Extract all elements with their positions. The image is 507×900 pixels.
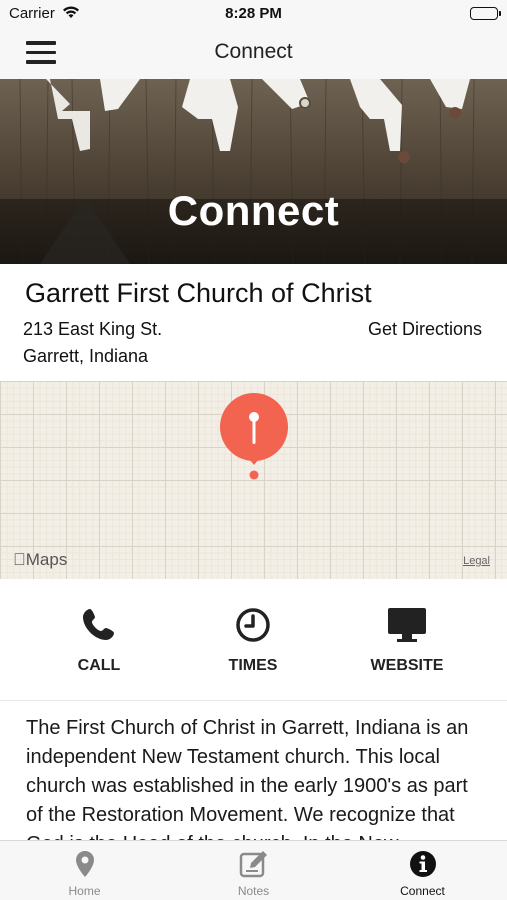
apple-maps-logo: Maps bbox=[13, 550, 67, 570]
call-button[interactable]: CALL bbox=[39, 579, 159, 699]
map-view[interactable]: Maps Legal bbox=[0, 381, 507, 579]
maps-logo-text: Maps bbox=[13, 550, 68, 569]
monitor-icon bbox=[347, 607, 467, 643]
nav-title: Connect bbox=[214, 40, 293, 63]
navigation-bar: Connect bbox=[0, 28, 507, 79]
hero-banner: Connect bbox=[0, 79, 507, 264]
website-button[interactable]: WEBSITE bbox=[347, 579, 467, 699]
clock-time: 8:28 PM bbox=[225, 5, 282, 22]
call-label: CALL bbox=[77, 657, 121, 674]
clock-icon bbox=[193, 607, 313, 643]
info-icon bbox=[338, 850, 507, 878]
paper-chain-figures-image bbox=[0, 79, 507, 264]
map-pin-icon[interactable] bbox=[218, 393, 290, 486]
tab-home[interactable]: Home bbox=[0, 841, 169, 900]
church-name: Garrett First Church of Christ bbox=[25, 278, 372, 308]
about-text: The First Church of Christ in Garrett, I… bbox=[26, 717, 469, 840]
tab-home-label: Home bbox=[68, 884, 101, 898]
tab-connect-label: Connect bbox=[400, 884, 445, 898]
phone-icon bbox=[39, 607, 159, 643]
hero-title: Connect bbox=[167, 187, 340, 234]
church-info-section: Garrett First Church of Christ 213 East … bbox=[0, 264, 507, 381]
website-label: WEBSITE bbox=[370, 657, 444, 674]
battery-icon bbox=[470, 7, 501, 20]
address-line-2: Garrett, Indiana bbox=[23, 346, 149, 366]
tab-notes[interactable]: Notes bbox=[169, 841, 338, 900]
tab-bar: Home Notes Connect bbox=[0, 840, 507, 900]
status-bar: Carrier 8:28 PM bbox=[0, 0, 507, 28]
location-pin-icon bbox=[0, 850, 169, 878]
tab-notes-label: Notes bbox=[237, 884, 270, 898]
map-legal-link[interactable]: Legal bbox=[463, 555, 490, 567]
contact-actions: CALL TIMES WEBSITE bbox=[0, 579, 507, 701]
about-section: The First Church of Christ in Garrett, I… bbox=[0, 701, 507, 840]
address-line-1: 213 East King St. bbox=[23, 319, 163, 339]
edit-note-icon bbox=[169, 850, 338, 878]
times-label: TIMES bbox=[228, 657, 278, 674]
get-directions-link[interactable]: Get Directions bbox=[368, 319, 482, 340]
tab-connect[interactable]: Connect bbox=[338, 841, 507, 900]
times-button[interactable]: TIMES bbox=[193, 579, 313, 699]
